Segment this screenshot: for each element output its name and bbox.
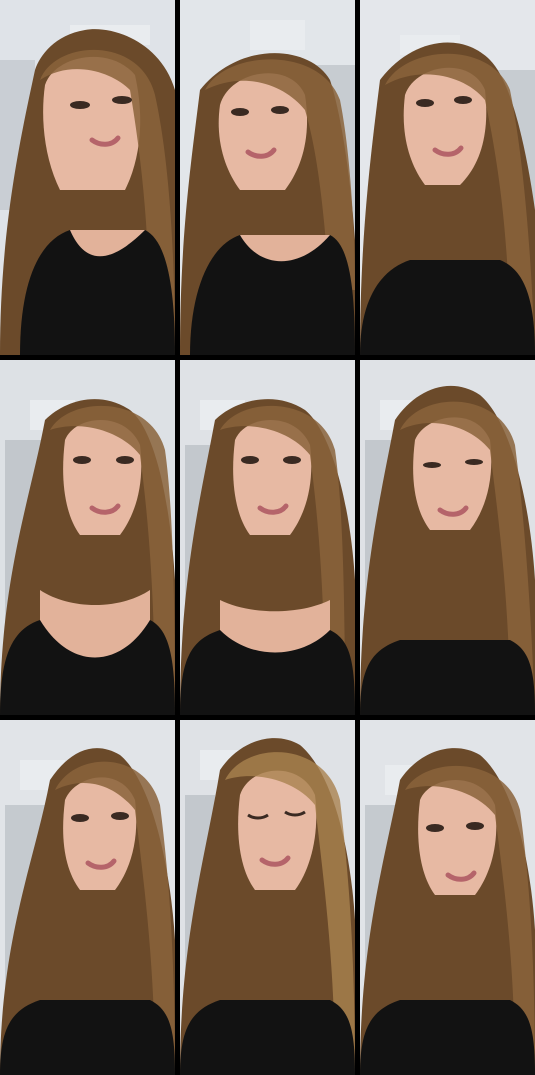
- frame-3: [360, 0, 535, 355]
- frame-1-illustration: [0, 0, 175, 355]
- frame-5: [180, 360, 355, 715]
- frame-1: [0, 0, 175, 355]
- video-frame-grid: [0, 0, 535, 1075]
- frame-8: [180, 720, 355, 1075]
- frame-7-illustration: [0, 720, 175, 1075]
- frame-4: [0, 360, 175, 715]
- frame-7: [0, 720, 175, 1075]
- frame-9-illustration: [360, 720, 535, 1075]
- frame-2-illustration: [180, 0, 355, 355]
- frame-9: [360, 720, 535, 1075]
- frame-4-illustration: [0, 360, 175, 715]
- frame-2: [180, 0, 355, 355]
- frame-3-illustration: [360, 0, 535, 355]
- frame-6: [360, 360, 535, 715]
- frame-5-illustration: [180, 360, 355, 715]
- frame-6-illustration: [360, 360, 535, 715]
- frame-8-illustration: [180, 720, 355, 1075]
